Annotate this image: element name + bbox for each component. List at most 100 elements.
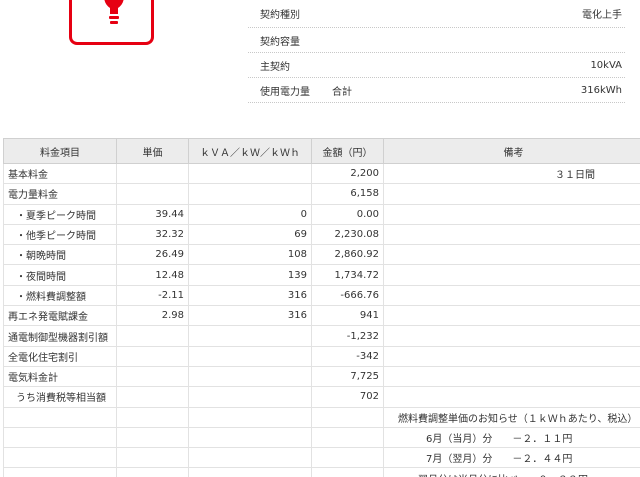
contract-value: 10kVA xyxy=(590,59,622,71)
item-cell: 電力量料金 xyxy=(3,183,117,205)
item-cell: ・夜間時間 xyxy=(3,264,117,286)
empty-cell xyxy=(3,447,117,469)
empty-cell xyxy=(116,406,189,428)
empty-cell xyxy=(188,406,312,428)
table-row: ・夏季ピーク時間 39.44 0 0.00 xyxy=(3,203,640,225)
table-row: 電力量料金 6,158 xyxy=(3,183,640,205)
item-cell: ・燃料費調整額 xyxy=(3,284,117,307)
remark-cell: ３１日間 xyxy=(383,162,640,185)
item-cell: 基本料金 xyxy=(3,162,117,185)
item-cell: ・他季ピーク時間 xyxy=(3,223,117,246)
table-row: ・夜間時間 12.48 139 1,734.72 xyxy=(3,264,640,286)
qty-cell: 316 xyxy=(188,305,312,327)
table-row: 翌月分は当月分に比べ －０．３３円 xyxy=(3,467,640,477)
fuel-adjustment-next: 7月（翌月）分 －２．４４円 xyxy=(383,447,640,469)
remark-cell xyxy=(383,325,640,347)
fuel-adjustment-notice: 燃料費調整単価のお知らせ（１ｋＷｈあたり、税込） xyxy=(383,406,640,428)
amount-cell: 2,200 xyxy=(311,162,384,185)
contract-info: 契約種別 電化上手 契約容量 主契約 10kVA 使用電力量 合計 316kWh xyxy=(248,0,625,103)
remark-cell xyxy=(383,305,640,327)
qty-cell xyxy=(188,365,312,388)
contract-row: 契約種別 電化上手 xyxy=(248,0,625,28)
empty-cell xyxy=(3,467,117,477)
billing-table: 料金項目 単価 ｋＶＡ／ｋＷ／ｋＷｈ 金額（円） 備考 基本料金 2,200 ３… xyxy=(3,138,640,477)
empty-cell xyxy=(188,467,312,477)
table-row: ・燃料費調整額 -2.11 316 -666.76 xyxy=(3,284,640,307)
table-row: 6月（当月）分 －２．１１円 xyxy=(3,426,640,449)
amount-cell: 2,860.92 xyxy=(311,244,384,266)
column-header-price: 単価 xyxy=(116,138,189,164)
empty-cell xyxy=(116,426,189,449)
amount-cell: 941 xyxy=(311,305,384,327)
column-header-item: 料金項目 xyxy=(3,138,117,164)
item-cell: ・朝晩時間 xyxy=(3,244,117,266)
table-row: 電気料金計 7,725 xyxy=(3,365,640,388)
qty-cell: 108 xyxy=(188,244,312,266)
column-header-amount: 金額（円） xyxy=(311,138,384,164)
empty-cell xyxy=(3,406,117,428)
empty-cell xyxy=(311,426,384,449)
table-row: 通電制御型機器割引額 -1,232 xyxy=(3,325,640,347)
qty-cell xyxy=(188,345,312,367)
empty-cell xyxy=(188,426,312,449)
item-cell: 電気料金計 xyxy=(3,365,117,388)
amount-cell: 7,725 xyxy=(311,365,384,388)
contract-label: 主契約 xyxy=(260,61,290,73)
price-cell: -2.11 xyxy=(116,284,189,307)
qty-cell: 316 xyxy=(188,284,312,307)
contract-value: 電化上手 xyxy=(582,10,622,21)
table-row: ・朝晩時間 26.49 108 2,860.92 xyxy=(3,244,640,266)
qty-cell xyxy=(188,386,312,408)
remark-cell xyxy=(383,203,640,225)
remark-cell xyxy=(383,223,640,246)
contract-sublabel: 合計 xyxy=(332,86,352,98)
qty-cell: 69 xyxy=(188,223,312,246)
amount-cell: -342 xyxy=(311,345,384,367)
contract-row: 使用電力量 合計 316kWh xyxy=(248,78,625,103)
price-cell xyxy=(116,325,189,347)
amount-cell: 702 xyxy=(311,386,384,408)
lightbulb-icon xyxy=(104,0,124,24)
item-cell: 再エネ発電賦課金 xyxy=(3,305,117,327)
qty-cell xyxy=(188,325,312,347)
fuel-adjustment-current: 6月（当月）分 －２．１１円 xyxy=(383,426,640,449)
qty-cell xyxy=(188,162,312,185)
price-cell xyxy=(116,386,189,408)
price-cell xyxy=(116,345,189,367)
contract-row: 契約容量 xyxy=(248,28,625,53)
empty-cell xyxy=(3,426,117,449)
amount-cell: 2,230.08 xyxy=(311,223,384,246)
empty-cell xyxy=(311,447,384,469)
logo xyxy=(69,0,154,45)
price-cell xyxy=(116,183,189,205)
item-cell: 全電化住宅割引 xyxy=(3,345,117,367)
table-row: うち消費税等相当額 702 xyxy=(3,386,640,408)
table-row: 燃料費調整単価のお知らせ（１ｋＷｈあたり、税込） xyxy=(3,406,640,428)
remark-cell xyxy=(383,365,640,388)
empty-cell xyxy=(116,447,189,469)
amount-cell: 0.00 xyxy=(311,203,384,225)
price-cell: 2.98 xyxy=(116,305,189,327)
qty-cell: 0 xyxy=(188,203,312,225)
price-cell xyxy=(116,365,189,388)
contract-label: 使用電力量 xyxy=(260,86,310,98)
table-header-row: 料金項目 単価 ｋＶＡ／ｋＷ／ｋＷｈ 金額（円） 備考 xyxy=(3,138,640,164)
price-cell: 12.48 xyxy=(116,264,189,286)
qty-cell: 139 xyxy=(188,264,312,286)
price-cell: 39.44 xyxy=(116,203,189,225)
table-row: 基本料金 2,200 ３１日間 xyxy=(3,162,640,185)
empty-cell xyxy=(188,447,312,469)
qty-cell xyxy=(188,183,312,205)
empty-cell xyxy=(311,406,384,428)
empty-cell xyxy=(311,467,384,477)
fuel-adjustment-diff: 翌月分は当月分に比べ －０．３３円 xyxy=(383,467,640,477)
empty-cell xyxy=(116,467,189,477)
price-cell: 26.49 xyxy=(116,244,189,266)
column-header-qty: ｋＶＡ／ｋＷ／ｋＷｈ xyxy=(188,138,312,164)
remark-cell xyxy=(383,183,640,205)
amount-cell: -1,232 xyxy=(311,325,384,347)
contract-label: 契約種別 xyxy=(260,10,300,21)
remark-cell xyxy=(383,244,640,266)
contract-row: 主契約 10kVA xyxy=(248,53,625,78)
table-row: 再エネ発電賦課金 2.98 316 941 xyxy=(3,305,640,327)
